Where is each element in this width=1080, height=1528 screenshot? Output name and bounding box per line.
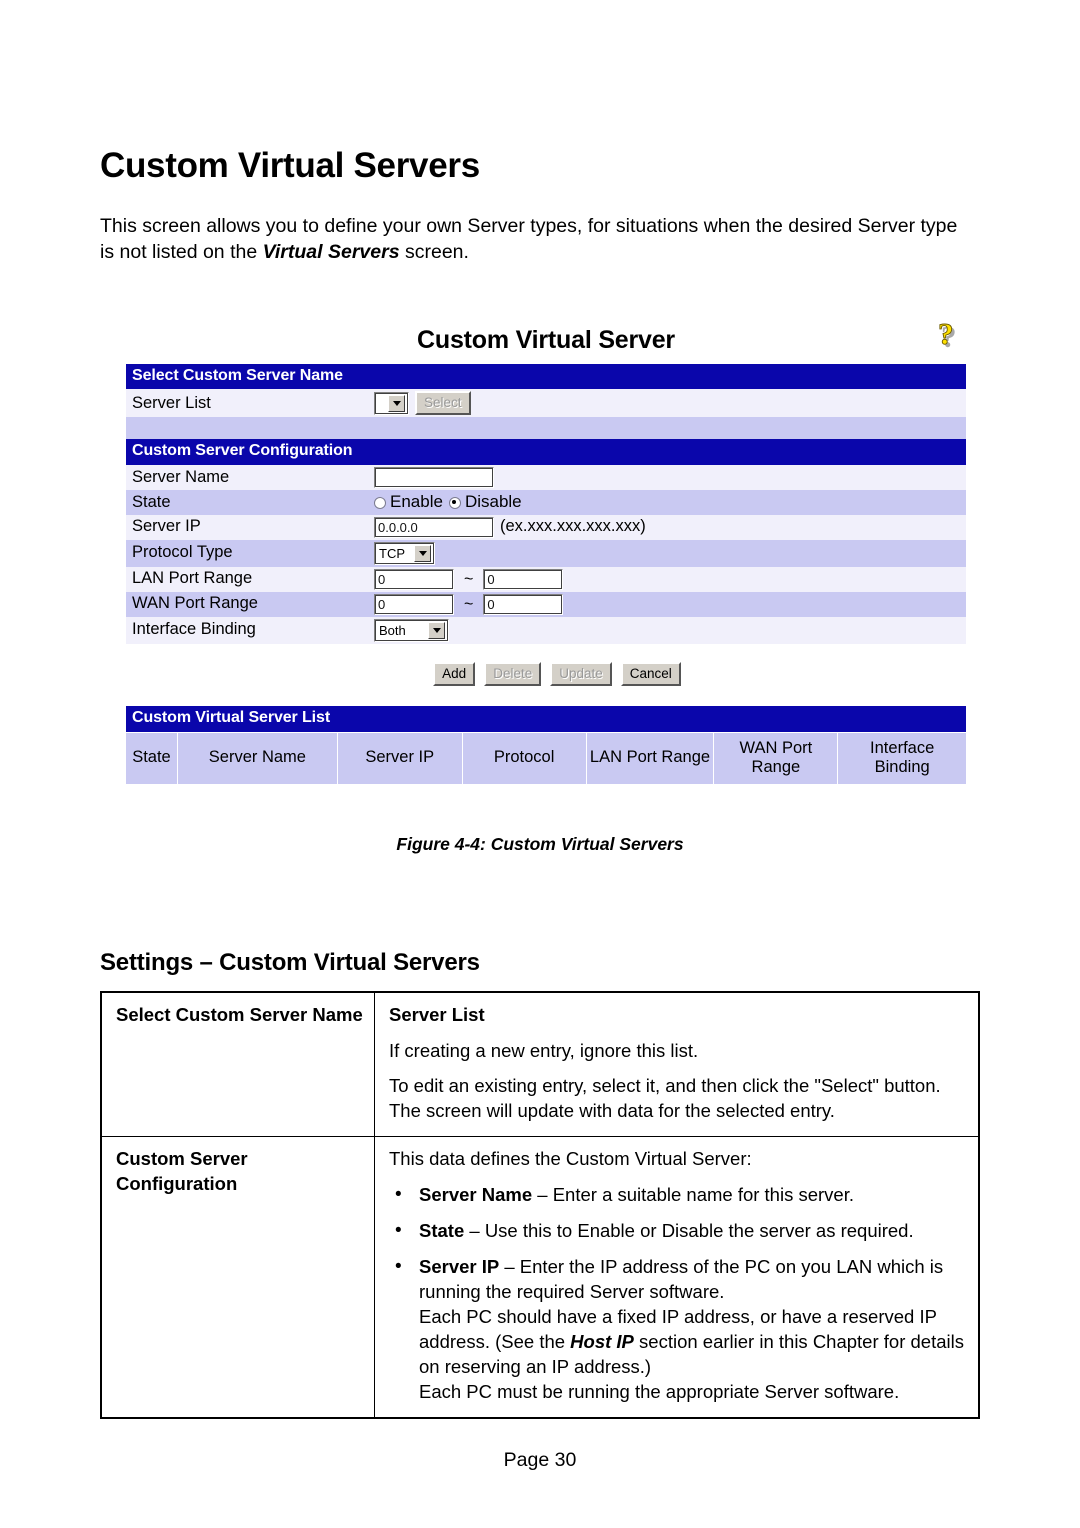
list-item: State – Use this to Enable or Disable th… bbox=[389, 1218, 968, 1244]
server-ip-input[interactable]: 0.0.0.0 bbox=[374, 516, 494, 538]
router-ui-screenshot: Custom Virtual Server ? ? Select Custom … bbox=[126, 315, 969, 800]
label-server-name: Server Name bbox=[132, 467, 230, 486]
settings-value-custom-server-configuration: This data defines the Custom Virtual Ser… bbox=[374, 1136, 980, 1419]
row-server-name: Server Name bbox=[126, 465, 966, 491]
server-ip-hint: (ex.xxx.xxx.xxx.xxx) bbox=[500, 517, 646, 536]
select-button[interactable]: Select bbox=[415, 391, 471, 416]
router-ui-header: Custom Virtual Server ? ? bbox=[126, 315, 969, 364]
list-empty-area bbox=[126, 783, 966, 800]
wan-port-end-input[interactable]: 0 bbox=[483, 593, 564, 615]
svg-text:?: ? bbox=[938, 318, 954, 351]
row-lan-port-range: LAN Port Range 0 ~ 0 bbox=[126, 566, 966, 592]
bullet-text: – Use this to Enable or Disable the serv… bbox=[464, 1220, 914, 1242]
bullet-term: Server Name bbox=[419, 1184, 533, 1206]
lan-port-start-input[interactable]: 0 bbox=[374, 568, 454, 590]
table-row: Custom Server Configuration This data de… bbox=[100, 1136, 980, 1419]
label-enable: Enable bbox=[390, 492, 443, 512]
custom-virtual-server-list-table: State Server Name Server IP Protocol LAN… bbox=[126, 731, 966, 784]
chevron-down-icon[interactable] bbox=[428, 621, 445, 639]
label-server-ip: Server IP bbox=[132, 517, 201, 536]
wan-port-start-input[interactable]: 0 bbox=[374, 593, 454, 615]
table-row: Select Custom Server Name Server List If… bbox=[100, 991, 980, 1138]
protocol-type-dropdown[interactable]: TCP bbox=[374, 541, 435, 565]
intro-text-part1: This screen allows you to define your ow… bbox=[100, 214, 958, 263]
label-wan-port-range: WAN Port Range bbox=[132, 594, 258, 613]
router-ui-header-title: Custom Virtual Server bbox=[417, 326, 675, 355]
list-item: Server IP – Enter the IP address of the … bbox=[389, 1254, 968, 1405]
row-state: State Enable Disable bbox=[126, 490, 966, 515]
settings-paragraph: To edit an existing entry, select it, an… bbox=[389, 1075, 941, 1122]
state-enable-option[interactable]: Enable bbox=[374, 492, 443, 512]
bullet-extra-emphasis: Host IP bbox=[570, 1331, 634, 1353]
radio-disable[interactable] bbox=[448, 496, 461, 509]
interface-binding-dropdown[interactable]: Both bbox=[374, 618, 449, 642]
row-wan-port-range: WAN Port Range 0 ~ 0 bbox=[126, 591, 966, 617]
cancel-button[interactable]: Cancel bbox=[620, 661, 681, 686]
label-server-list: Server List bbox=[132, 393, 211, 412]
add-button[interactable]: Add bbox=[433, 661, 476, 686]
page-footer: Page 30 bbox=[503, 1449, 577, 1472]
settings-key-custom-server-configuration: Custom Server Configuration bbox=[100, 1136, 375, 1419]
list-item: Server Name – Enter a suitable name for … bbox=[389, 1182, 968, 1208]
delete-button[interactable]: Delete bbox=[484, 661, 542, 686]
bullet-text: – Enter a suitable name for this server. bbox=[532, 1184, 854, 1206]
config-bullet-list: Server Name – Enter a suitable name for … bbox=[389, 1182, 968, 1405]
settings-table: Select Custom Server Name Server List If… bbox=[100, 990, 980, 1420]
wan-range-separator: ~ bbox=[464, 595, 474, 613]
page-title: Custom Virtual Servers bbox=[100, 146, 480, 185]
col-lan-port-range: LAN Port Range bbox=[587, 732, 715, 784]
lan-port-end-input[interactable]: 0 bbox=[483, 568, 564, 590]
chevron-down-icon[interactable] bbox=[414, 544, 431, 562]
bullet-term: State bbox=[419, 1220, 465, 1242]
settings-paragraph: If creating a new entry, ignore this lis… bbox=[389, 1039, 699, 1061]
settings-key-select-custom-server-name: Select Custom Server Name bbox=[100, 991, 375, 1138]
server-list-subheading: Server List bbox=[389, 1003, 485, 1025]
document-page: Custom Virtual Servers This screen allow… bbox=[0, 0, 1080, 1528]
radio-enable[interactable] bbox=[374, 496, 386, 509]
state-disable-option[interactable]: Disable bbox=[448, 492, 522, 512]
lan-range-separator: ~ bbox=[464, 570, 474, 588]
col-wan-port-range: WAN Port Range bbox=[714, 732, 839, 784]
label-protocol-type: Protocol Type bbox=[132, 543, 233, 562]
protocol-type-value: TCP bbox=[379, 545, 405, 561]
row-server-list: Server List Select bbox=[126, 389, 966, 418]
row-server-ip: Server IP 0.0.0.0 (ex.xxx.xxx.xxx.xxx) bbox=[126, 514, 966, 540]
band-custom-virtual-server-list: Custom Virtual Server List bbox=[126, 705, 966, 732]
chevron-down-icon[interactable] bbox=[388, 394, 405, 412]
col-protocol: Protocol bbox=[463, 732, 587, 784]
settings-heading: Settings – Custom Virtual Servers bbox=[100, 948, 480, 976]
settings-value-select-custom-server-name: Server List If creating a new entry, ign… bbox=[374, 991, 980, 1138]
config-intro-line: This data defines the Custom Virtual Ser… bbox=[389, 1148, 752, 1170]
label-state: State bbox=[132, 492, 171, 511]
form-action-buttons: Add Delete Update Cancel bbox=[126, 644, 966, 706]
label-interface-binding: Interface Binding bbox=[132, 620, 256, 639]
col-server-name: Server Name bbox=[178, 732, 338, 784]
bullet-term: Server IP bbox=[419, 1256, 500, 1278]
intro-text-part2: screen. bbox=[399, 240, 469, 263]
question-mark-help-icon[interactable]: ? ? bbox=[929, 315, 969, 358]
interface-binding-value: Both bbox=[379, 622, 406, 638]
row-interface-binding: Interface Binding Both bbox=[126, 616, 966, 644]
label-lan-port-range: LAN Port Range bbox=[132, 569, 253, 588]
intro-paragraph: This screen allows you to define your ow… bbox=[100, 185, 972, 266]
server-name-input[interactable] bbox=[374, 467, 494, 489]
update-button[interactable]: Update bbox=[550, 661, 612, 686]
row-protocol-type: Protocol Type TCP bbox=[126, 539, 966, 567]
col-state: State bbox=[126, 732, 178, 784]
label-disable: Disable bbox=[464, 492, 522, 512]
row-spacer bbox=[126, 417, 966, 440]
bullet-extra-3: Each PC must be running the appropriate … bbox=[419, 1381, 900, 1403]
intro-emphasis: Virtual Servers bbox=[262, 240, 400, 263]
band-select-custom-server-name: Select Custom Server Name bbox=[126, 363, 966, 390]
col-server-ip: Server IP bbox=[338, 732, 463, 784]
figure-caption: Figure 4-4: Custom Virtual Servers bbox=[396, 833, 684, 854]
server-list-dropdown[interactable] bbox=[374, 391, 409, 415]
col-interface-binding: Interface Binding bbox=[870, 738, 935, 777]
band-custom-server-configuration: Custom Server Configuration bbox=[126, 439, 966, 466]
